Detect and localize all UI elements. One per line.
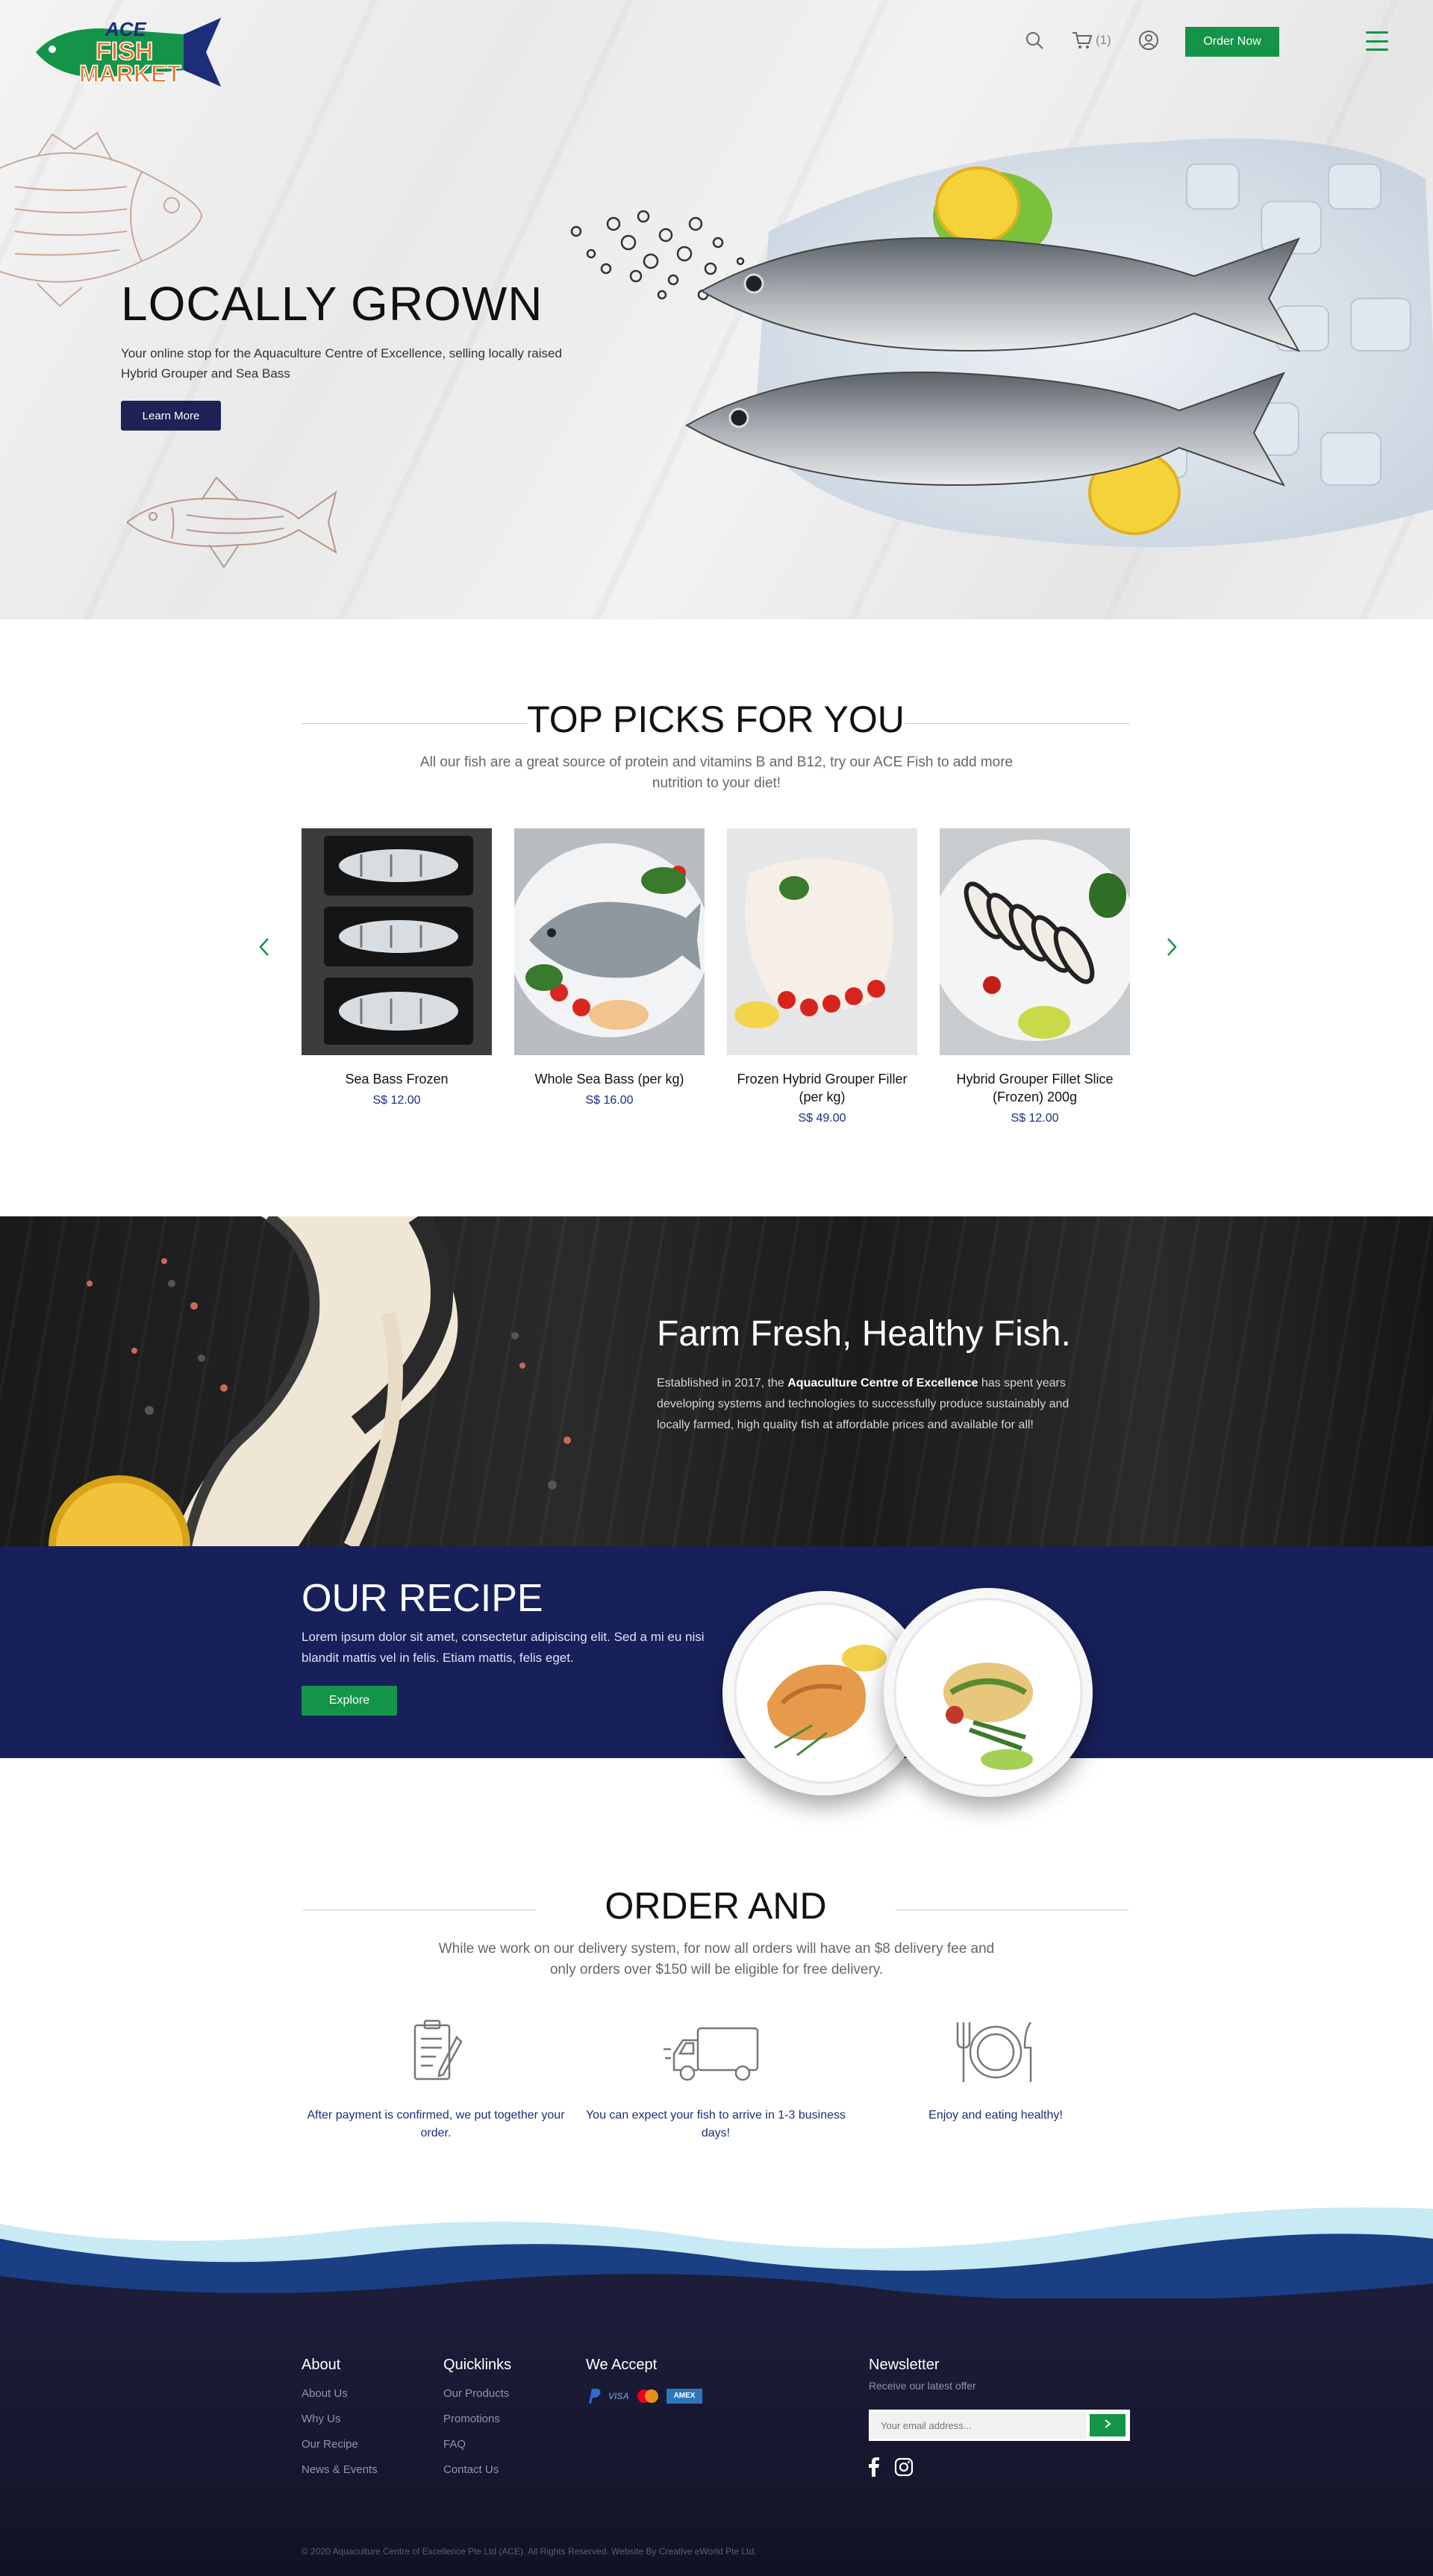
product-card[interactable]: Whole Sea Bass (per kg) S$ 16.00 (514, 828, 705, 1125)
truck-icon (664, 2027, 759, 2081)
footer-heading: About (302, 2357, 341, 2373)
carousel-next-arrow-icon[interactable] (1164, 937, 1182, 957)
farm-fresh-text: Established in 2017, the Aquaculture Cen… (657, 1377, 1070, 1431)
product-name[interactable]: Frozen Hybrid Grouper Filler (per kg) (727, 1070, 917, 1106)
chevron-right-icon (1105, 2419, 1111, 2428)
product-carousel: Sea Bass Frozen S$ 12.00 Whole Sea Bass … (302, 828, 1130, 1125)
footer-link-news-events[interactable]: News & Events (302, 2463, 378, 2476)
header-icons: (1) (1023, 28, 1161, 52)
order-step: After payment is confirmed, we put toget… (302, 2015, 570, 2142)
top-picks-subtitle: All our fish are a great source of prote… (419, 754, 1014, 791)
footer-link-faq[interactable]: FAQ (443, 2438, 511, 2451)
footer-link-contact-us[interactable]: Contact Us (443, 2463, 511, 2476)
user-account-icon[interactable] (1137, 28, 1161, 52)
visa-icon: VISA (608, 2391, 630, 2401)
social-links (869, 2457, 1130, 2477)
hero-title: LOCALLY GROWN (121, 277, 543, 331)
recipe-dish-image[interactable] (884, 1588, 1093, 1797)
instagram-icon[interactable] (894, 2457, 914, 2477)
footer-link-about-us[interactable]: About Us (302, 2387, 378, 2400)
order-step-text: After payment is confirmed, we put toget… (307, 2109, 565, 2139)
plate-cutlery-icon (956, 2022, 1032, 2082)
site-footer (0, 2298, 1433, 2576)
copyright-text: © 2020 Aquaculture Centre of Excellence … (302, 2546, 757, 2557)
section-title: TOP PICKS FOR YOU (527, 698, 905, 740)
product-price: S$ 12.00 (372, 1094, 421, 1107)
product-image[interactable] (514, 828, 705, 1055)
facebook-icon[interactable] (869, 2457, 879, 2477)
footer-link-our-recipe[interactable]: Our Recipe (302, 2438, 378, 2451)
recipe-text: Lorem ipsum dolor sit amet, consectetur … (302, 1630, 705, 1665)
order-step-text: Enjoy and eating healthy! (928, 2109, 1063, 2122)
amex-icon: AMEX (666, 2389, 703, 2404)
product-price: S$ 12.00 (1011, 1112, 1059, 1125)
product-name[interactable]: Whole Sea Bass (per kg) (514, 1070, 705, 1088)
product-image[interactable] (302, 828, 492, 1055)
footer-about: About About Us Why Us Our Recipe News & … (302, 2357, 378, 2489)
order-step: You can expect your fish to arrive in 1-… (581, 2015, 850, 2142)
product-image[interactable] (727, 828, 917, 1055)
cart-icon (1073, 32, 1093, 49)
cart-count: (1) (1096, 33, 1111, 47)
farm-fresh-title: Farm Fresh, Healthy Fish. (657, 1314, 1071, 1354)
order-heading: ORDER AND (302, 1884, 1130, 1928)
footer-link-promotions[interactable]: Promotions (443, 2413, 511, 2425)
clipboard-icon (413, 2019, 463, 2081)
order-steps: After payment is confirmed, we put toget… (302, 2015, 1130, 2142)
fish-sketch-illustration (126, 476, 337, 569)
recipe-title: OUR RECIPE (302, 1577, 543, 1620)
search-icon[interactable] (1023, 28, 1046, 52)
footer-heading: We Accept (586, 2357, 658, 2373)
product-card[interactable]: Frozen Hybrid Grouper Filler (per kg) S$… (727, 828, 917, 1125)
product-card[interactable]: Sea Bass Frozen S$ 12.00 (302, 828, 492, 1125)
product-card[interactable]: Hybrid Grouper Fillet Slice (Frozen) 200… (940, 828, 1130, 1125)
hamburger-menu-icon[interactable] (1366, 31, 1388, 51)
ace-fish-market-logo[interactable]: ACE FISH MARKET (34, 13, 222, 91)
svg-text:MARKET: MARKET (79, 60, 181, 87)
explore-button[interactable]: Explore (302, 1686, 397, 1716)
order-step-text: You can expect your fish to arrive in 1-… (585, 2109, 846, 2139)
newsletter-subtitle: Receive our latest offer (869, 2380, 976, 2392)
footer-link-why-us[interactable]: Why Us (302, 2413, 378, 2425)
order-step: Enjoy and eating healthy! (861, 2015, 1130, 2142)
order-now-button[interactable]: Order Now (1185, 27, 1279, 57)
payment-icons: VISA AMEX (586, 2387, 703, 2405)
carousel-prev-arrow-icon[interactable] (257, 937, 275, 957)
recipe-section (0, 1546, 1433, 1758)
hero-subtitle: Your online stop for the Aquaculture Cen… (121, 346, 562, 381)
product-price: S$ 16.00 (585, 1094, 634, 1107)
footer-heading: Quicklinks (443, 2357, 512, 2373)
newsletter-submit-button[interactable] (1090, 2414, 1126, 2436)
footer-heading: Newsletter (869, 2357, 940, 2373)
product-name[interactable]: Sea Bass Frozen (302, 1070, 492, 1088)
grouper-steak-image (49, 1216, 571, 1546)
footer-quicklinks: Quicklinks Our Products Promotions FAQ C… (443, 2357, 511, 2489)
section-title: ORDER AND (605, 1885, 827, 1927)
newsletter-form (869, 2410, 1130, 2441)
footer-newsletter: Newsletter Receive our latest offer (869, 2357, 1130, 2477)
farm-fresh-banner: Farm Fresh, Healthy Fish. Established in… (0, 1216, 1433, 1546)
footer-we-accept: We Accept VISA AMEX (586, 2357, 703, 2405)
cart-button[interactable]: (1) (1072, 28, 1111, 52)
footer-link-our-products[interactable]: Our Products (443, 2387, 511, 2400)
product-image[interactable] (940, 828, 1130, 1055)
product-price: S$ 49.00 (798, 1112, 846, 1125)
paypal-icon (589, 2389, 601, 2404)
product-name[interactable]: Hybrid Grouper Fillet Slice (Frozen) 200… (940, 1070, 1130, 1106)
hero-banner: ACE FISH MARKET (1) Order Now LOCALLY GR… (0, 0, 1433, 619)
learn-more-button[interactable]: Learn More (121, 401, 221, 431)
order-subtitle: While we work on our delivery system, fo… (438, 1941, 995, 1978)
top-picks-heading: TOP PICKS FOR YOU (302, 698, 1131, 741)
sea-bass-fish-image (684, 237, 1301, 487)
mastercard-icon (637, 2389, 659, 2403)
newsletter-email-input[interactable] (870, 2412, 1087, 2439)
